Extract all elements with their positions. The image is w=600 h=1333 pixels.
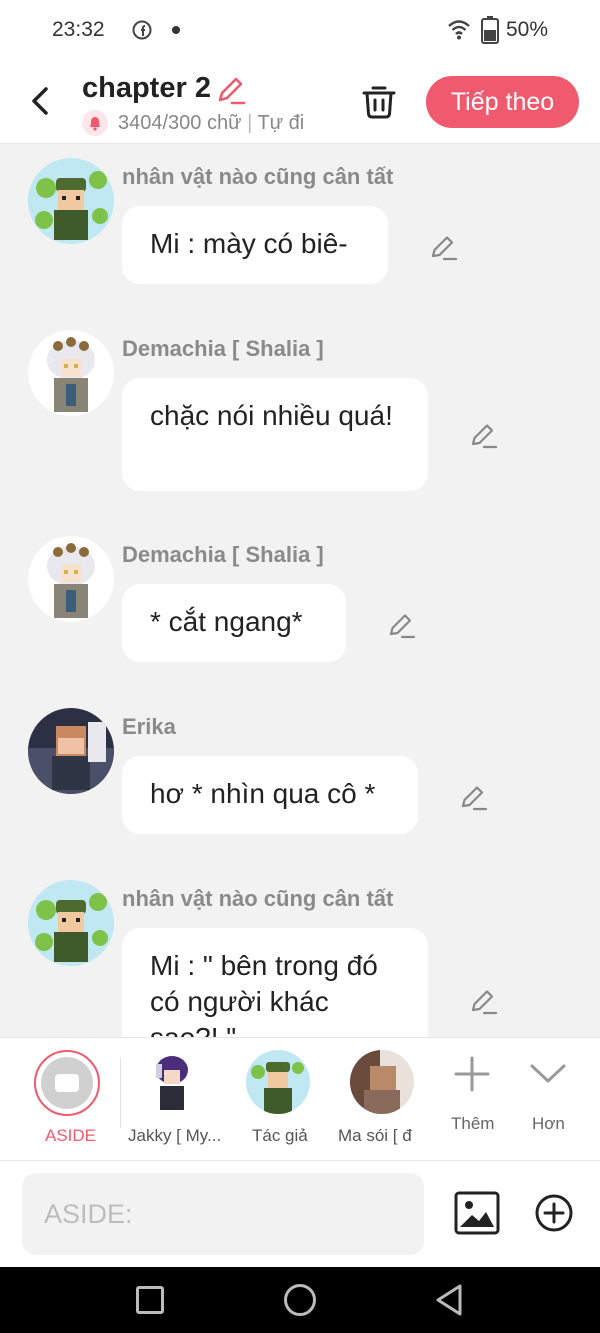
message-text: chặc nói nhiều quá! — [150, 400, 393, 431]
home-icon[interactable] — [284, 1284, 316, 1316]
message-bubble[interactable]: chặc nói nhiều quá! — [122, 378, 428, 491]
facebook-icon — [132, 20, 152, 40]
edit-message-icon[interactable] — [428, 232, 458, 262]
next-button[interactable]: Tiếp theo — [426, 76, 579, 128]
message-bubble[interactable]: * cắt ngang* — [122, 584, 346, 662]
back-icon[interactable] — [24, 82, 58, 120]
chat-message: Demachia [ Shalia ] * cắt ngang* — [0, 536, 600, 676]
edit-title-icon[interactable] — [214, 74, 246, 106]
character-label-jakky: Jakky [ My... — [128, 1126, 220, 1145]
chat-message: nhân vật nào cũng cân tất Mi : " bên tro… — [0, 880, 600, 1037]
chat-message: Erika hơ * nhìn qua cô * — [0, 708, 600, 848]
sender-name: Demachia [ Shalia ] — [122, 542, 324, 567]
message-bubble[interactable]: Mi : " bên trong đó có người khác sao?! … — [122, 928, 428, 1037]
message-text: Mi : " bên trong đó có người khác sao?! … — [150, 950, 378, 1037]
character-avatar-jakky[interactable] — [140, 1050, 204, 1114]
system-back-icon[interactable] — [434, 1283, 464, 1317]
character-label-author: Tác giả — [252, 1126, 308, 1145]
message-text: * cắt ngang* — [150, 606, 303, 637]
chat-message: nhân vật nào cũng cân tất Mi : mày có bi… — [0, 158, 600, 298]
avatar[interactable] — [28, 158, 114, 244]
message-bubble[interactable]: Mi : mày có biê- — [122, 206, 388, 284]
system-nav-bar — [0, 1267, 600, 1333]
add-character-label: Thêm — [451, 1114, 495, 1133]
add-circle-icon[interactable] — [534, 1193, 574, 1233]
character-bar: ASIDE Jakky [ My... Tác giả Ma sói [ đ T… — [0, 1037, 600, 1160]
bell-icon — [82, 110, 108, 136]
chapter-meta: 3404/300 chữ | Tự đi — [82, 110, 330, 136]
chevron-down-icon[interactable] — [528, 1054, 568, 1094]
edit-message-icon[interactable] — [386, 610, 416, 640]
divider — [120, 1058, 121, 1128]
chapter-title: chapter 2 — [82, 72, 211, 104]
sender-name: Demachia [ Shalia ] — [122, 336, 324, 361]
avatar[interactable] — [28, 536, 114, 622]
edit-message-icon[interactable] — [468, 420, 498, 450]
aside-label: ASIDE — [45, 1126, 97, 1145]
character-label-ma-soi: Ma sói [ đ — [338, 1126, 412, 1145]
sender-name: Erika — [122, 714, 176, 739]
chat-message: Demachia [ Shalia ] chặc nói nhiều quá! — [0, 330, 600, 500]
battery-percent: 50% — [506, 18, 549, 41]
sender-name: nhân vật nào cũng cân tất — [122, 164, 394, 189]
aside-button[interactable] — [34, 1050, 100, 1116]
avatar[interactable] — [28, 880, 114, 966]
avatar[interactable] — [28, 708, 114, 794]
character-avatar-ma-soi[interactable] — [350, 1050, 414, 1114]
more-label: Hơn — [532, 1114, 565, 1133]
header: chapter 2 3404/300 chữ | Tự đi Tiếp theo — [0, 62, 600, 144]
chat-area[interactable]: nhân vật nào cũng cân tất Mi : mày có bi… — [0, 144, 600, 1037]
message-text: hơ * nhìn qua cô * — [150, 778, 376, 809]
recents-icon[interactable] — [136, 1286, 164, 1314]
message-input[interactable] — [22, 1173, 424, 1255]
notification-dot — [172, 26, 180, 34]
avatar[interactable] — [28, 330, 114, 416]
message-text: Mi : mày có biê- — [150, 228, 348, 259]
character-avatar-author[interactable] — [246, 1050, 310, 1114]
trash-icon[interactable] — [360, 82, 398, 120]
edit-message-icon[interactable] — [468, 986, 498, 1016]
sender-name: nhân vật nào cũng cân tất — [122, 886, 394, 911]
aside-icon — [41, 1057, 93, 1109]
word-count: 3404/300 chữ | Tự đi — [118, 111, 305, 134]
plus-icon[interactable] — [452, 1054, 492, 1094]
status-time: 23:32 — [52, 18, 105, 41]
chapter-mode: Tự đi — [257, 111, 305, 134]
image-icon[interactable] — [454, 1191, 500, 1235]
message-bubble[interactable]: hơ * nhìn qua cô * — [122, 756, 418, 834]
input-bar — [0, 1160, 600, 1267]
wifi-icon — [448, 20, 470, 40]
status-bar: 23:32 50% — [0, 0, 600, 62]
edit-message-icon[interactable] — [458, 782, 488, 812]
battery-icon — [481, 16, 499, 44]
